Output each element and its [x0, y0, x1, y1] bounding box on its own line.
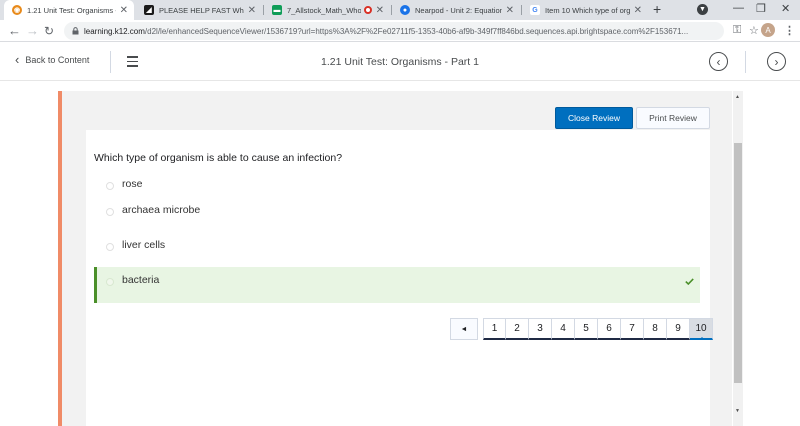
browser-tab-unit-test[interactable]: ◉ 1.21 Unit Test: Organisms - P ✕ — [4, 0, 134, 20]
close-tab-icon[interactable]: ✕ — [376, 5, 384, 16]
browser-tab-strip: ◉ 1.21 Unit Test: Organisms - P ✕ ◢ PLEA… — [0, 0, 800, 20]
close-tab-icon[interactable]: ✕ — [506, 5, 514, 16]
tab-title: PLEASE HELP FAST Which typ — [159, 5, 244, 15]
page-button[interactable]: 5 — [575, 318, 598, 340]
minimize-window-icon[interactable]: — — [733, 2, 744, 14]
url-domain: learning.k12.com — [84, 26, 145, 36]
reload-icon[interactable]: ↻ — [44, 22, 54, 40]
answer-option[interactable]: rose — [94, 174, 142, 194]
page-title: 1.21 Unit Test: Organisms - Part 1 — [321, 56, 479, 68]
scrollbar-thumb[interactable] — [734, 143, 742, 383]
address-bar[interactable]: learning.k12.com/d2l/le/enhancedSequence… — [64, 22, 724, 40]
previous-topic-button[interactable]: ‹ — [709, 52, 728, 71]
key-icon[interactable]: ⚿ — [733, 24, 741, 37]
print-review-button[interactable]: Print Review — [636, 107, 710, 129]
classroom-favicon-icon: ▬ — [272, 5, 282, 15]
page-button[interactable]: 2 — [506, 318, 529, 340]
question-text: Which type of organism is able to cause … — [94, 152, 343, 164]
page-button[interactable]: 1 — [483, 318, 506, 340]
lock-icon — [72, 27, 79, 35]
browser-menu-icon[interactable]: ⋮ — [784, 24, 795, 37]
browser-tab-allstock[interactable]: ▬ 7_Allstock_Math_Whole ✕ — [264, 0, 390, 20]
bookmark-star-icon[interactable]: ☆ — [749, 24, 759, 37]
radio-button[interactable] — [106, 278, 114, 286]
checkmark-icon — [685, 278, 694, 285]
google-favicon-icon: G — [530, 5, 540, 15]
scroll-up-icon[interactable]: ▲ — [735, 94, 740, 100]
page-button[interactable]: 4 — [552, 318, 575, 340]
close-review-button[interactable]: Close Review — [555, 107, 633, 129]
content-header: ‹ Back to Content 1.21 Unit Test: Organi… — [0, 43, 800, 81]
page-button[interactable]: 7 — [621, 318, 644, 340]
close-window-icon[interactable]: ✕ — [781, 2, 790, 15]
answer-label: rose — [122, 178, 143, 190]
question-pagination: ◄ 1 2 3 4 5 6 7 8 9 10 — [450, 318, 713, 340]
brainly-favicon-icon: ◢ — [144, 5, 154, 15]
answer-option[interactable]: archaea microbe — [94, 200, 200, 220]
recording-icon — [363, 6, 372, 14]
browser-tab-nearpod[interactable]: ● Nearpod - Unit 2: Equations ✕ — [392, 0, 520, 20]
page-button[interactable]: 9 — [667, 318, 690, 340]
nearpod-favicon-icon: ● — [400, 5, 410, 15]
answer-label: liver cells — [122, 239, 166, 251]
tab-title: Item 10 Which type of organ — [545, 5, 630, 15]
browser-toolbar: ← → ↻ learning.k12.com/d2l/le/enhancedSe… — [0, 20, 800, 42]
page-button[interactable]: 3 — [529, 318, 552, 340]
browser-back-icon[interactable]: ← — [8, 22, 21, 40]
previous-arrow-icon: ◄ — [460, 325, 468, 333]
radio-button[interactable] — [106, 182, 114, 190]
tab-title: 7_Allstock_Math_Whole — [287, 5, 361, 15]
k12-favicon-icon: ◉ — [12, 5, 22, 15]
close-tab-icon[interactable]: ✕ — [634, 5, 642, 16]
browser-forward-icon[interactable]: → — [26, 22, 39, 40]
radio-button[interactable] — [106, 243, 114, 251]
radio-button[interactable] — [106, 208, 114, 216]
answer-label: archaea microbe — [122, 204, 201, 216]
next-topic-button[interactable]: › — [767, 52, 786, 71]
scroll-down-icon[interactable]: ▼ — [735, 408, 740, 414]
answer-option-correct[interactable]: bacteria — [94, 267, 700, 303]
profile-avatar[interactable]: A — [761, 23, 775, 37]
tab-title: 1.21 Unit Test: Organisms - P — [27, 5, 116, 15]
new-tab-icon[interactable]: + — [653, 1, 661, 17]
previous-page-button[interactable]: ◄ — [450, 318, 478, 340]
close-tab-icon[interactable]: ✕ — [120, 5, 128, 16]
url-path: /d2l/le/enhancedSequenceViewer/1536719?u… — [144, 26, 689, 36]
page-button-current[interactable]: 10 — [690, 318, 713, 340]
page-button[interactable]: 6 — [598, 318, 621, 340]
restore-window-icon[interactable]: ❐ — [756, 2, 766, 15]
answer-option[interactable]: liver cells — [94, 235, 165, 255]
browser-tab-brainly[interactable]: ◢ PLEASE HELP FAST Which typ ✕ — [136, 0, 262, 20]
media-control-icon[interactable]: ▼ — [697, 4, 708, 15]
browser-tab-google[interactable]: G Item 10 Which type of organ ✕ — [522, 0, 648, 20]
answer-label: bacteria — [122, 274, 160, 286]
page-button[interactable]: 8 — [644, 318, 667, 340]
tab-title: Nearpod - Unit 2: Equations — [415, 5, 502, 15]
close-tab-icon[interactable]: ✕ — [248, 5, 256, 16]
